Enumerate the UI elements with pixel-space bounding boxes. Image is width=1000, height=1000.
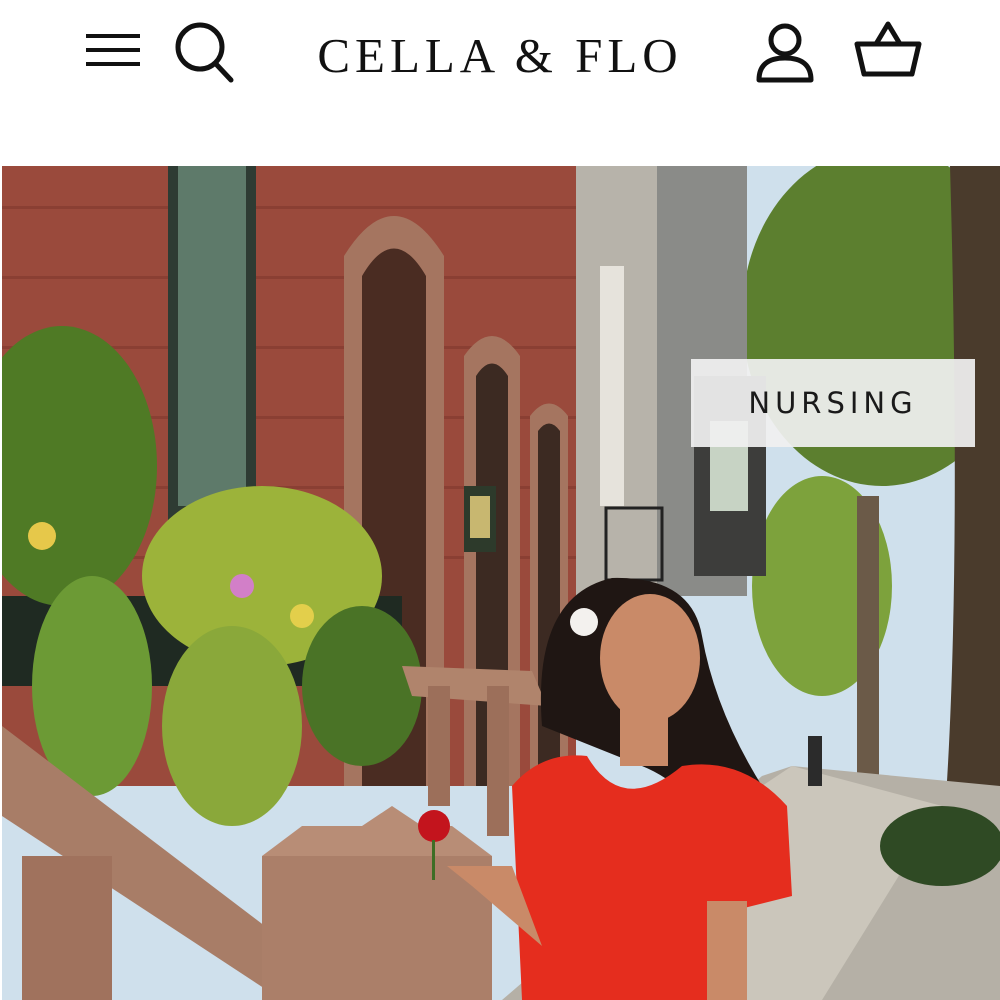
search-icon [175,22,234,83]
category-badge[interactable]: NURSING [691,359,975,447]
brand-logo[interactable]: CELLA & FLO [250,26,750,86]
hero-photo [2,166,1000,1000]
cart-button[interactable] [852,18,924,84]
account-button[interactable] [752,20,818,86]
hero-banner[interactable]: NURSING [2,166,1000,1000]
basket-icon [854,21,922,77]
site-header: CELLA & FLO [0,0,1000,166]
search-button[interactable] [170,18,236,84]
hamburger-menu-icon [86,34,140,66]
account-icon [756,23,814,83]
menu-button[interactable] [84,28,142,74]
